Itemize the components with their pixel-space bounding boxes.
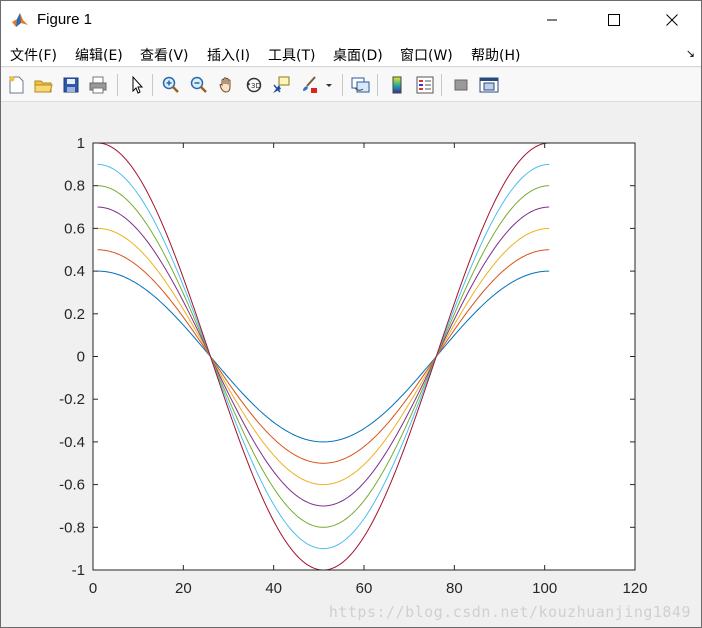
y-tick-label: 0 bbox=[77, 349, 85, 366]
new-figure-icon[interactable] bbox=[4, 73, 28, 97]
window-title: Figure 1 bbox=[37, 11, 93, 28]
line-plot[interactable]: 0 20 40 60 80 100 120 -1 -0.8 -0.6 -0.4 -0.2 0 0.2 0.4… bbox=[1, 103, 701, 627]
maximize-icon bbox=[608, 14, 620, 26]
x-tick-label: 40 bbox=[265, 580, 282, 597]
y-tick-label: 1 bbox=[77, 135, 85, 152]
y-tick-label: -0.2 bbox=[59, 391, 85, 408]
axes-background bbox=[93, 143, 635, 570]
print-icon[interactable] bbox=[86, 73, 110, 97]
close-button[interactable] bbox=[649, 1, 695, 39]
menu-help[interactable]: 帮助(H) bbox=[471, 45, 520, 65]
menu-view[interactable]: 查看(V) bbox=[140, 45, 189, 65]
brush-dropdown-icon[interactable] bbox=[321, 73, 337, 97]
data-cursor-icon[interactable] bbox=[269, 73, 293, 97]
hide-plot-tools-icon[interactable] bbox=[449, 73, 473, 97]
legend-icon[interactable] bbox=[413, 73, 437, 97]
pan-hand-icon[interactable] bbox=[215, 73, 239, 97]
minimize-button[interactable] bbox=[529, 1, 575, 39]
y-tick-label: -0.8 bbox=[59, 519, 85, 536]
x-tick-label: 20 bbox=[175, 580, 192, 597]
toolbar-separator bbox=[342, 74, 343, 96]
rotate-3d-icon[interactable]: 3D bbox=[242, 73, 266, 97]
menu-tools[interactable]: 工具(T) bbox=[268, 45, 315, 65]
x-tick-label: 0 bbox=[89, 580, 97, 597]
menu-window[interactable]: 窗口(W) bbox=[400, 45, 453, 65]
colorbar-icon[interactable] bbox=[385, 73, 409, 97]
x-tick-label: 60 bbox=[356, 580, 373, 597]
menu-desktop[interactable]: 桌面(D) bbox=[333, 45, 383, 65]
y-tick-label: -1 bbox=[72, 562, 85, 579]
show-plot-tools-icon[interactable] bbox=[477, 73, 501, 97]
zoom-in-icon[interactable] bbox=[159, 73, 183, 97]
minimize-icon bbox=[547, 19, 557, 21]
toolbar-separator bbox=[441, 74, 442, 96]
y-tick-label: 0.6 bbox=[64, 220, 85, 237]
brush-icon[interactable] bbox=[297, 73, 321, 97]
figure-window: Figure 1 文件(F) 编辑(E) 查看(V) 插入(I) 工具(T) 桌… bbox=[0, 0, 702, 628]
menu-bar: 文件(F) 编辑(E) 查看(V) 插入(I) 工具(T) 桌面(D) 窗口(W… bbox=[1, 39, 701, 67]
figure-canvas[interactable]: 0 20 40 60 80 100 120 -1 -0.8 -0.6 -0.4 -0.2 0 0.2 0.4… bbox=[1, 103, 701, 627]
x-tick-label: 80 bbox=[446, 580, 463, 597]
save-icon[interactable] bbox=[59, 73, 83, 97]
menu-edit[interactable]: 编辑(E) bbox=[75, 45, 123, 65]
y-tick-label: 0.8 bbox=[64, 178, 85, 195]
link-plot-icon[interactable] bbox=[349, 73, 373, 97]
menu-insert[interactable]: 插入(I) bbox=[207, 45, 250, 65]
svg-text:3D: 3D bbox=[251, 82, 261, 90]
y-tick-label: -0.6 bbox=[59, 477, 85, 494]
maximize-button[interactable] bbox=[591, 1, 637, 39]
pointer-icon[interactable] bbox=[125, 73, 149, 97]
menu-file[interactable]: 文件(F) bbox=[10, 45, 57, 65]
toolbar-separator bbox=[377, 74, 378, 96]
zoom-out-icon[interactable] bbox=[187, 73, 211, 97]
y-tick-label: 0.2 bbox=[64, 306, 85, 323]
title-bar[interactable]: Figure 1 bbox=[1, 1, 701, 39]
y-tick-label: 0.4 bbox=[64, 263, 85, 280]
menu-dock-arrow-icon[interactable]: ↘ bbox=[686, 47, 695, 60]
y-tick-label: -0.4 bbox=[59, 434, 85, 451]
x-tick-label: 120 bbox=[622, 580, 647, 597]
watermark-text: https://blog.csdn.net/kouzhuanjing1849 bbox=[328, 603, 691, 621]
open-folder-icon[interactable] bbox=[31, 73, 55, 97]
x-tick-label: 100 bbox=[532, 580, 557, 597]
close-icon bbox=[666, 14, 678, 26]
toolbar-separator bbox=[152, 74, 153, 96]
figure-toolbar: 3D bbox=[1, 68, 701, 102]
toolbar-separator bbox=[117, 74, 118, 96]
matlab-logo-icon bbox=[11, 11, 29, 29]
